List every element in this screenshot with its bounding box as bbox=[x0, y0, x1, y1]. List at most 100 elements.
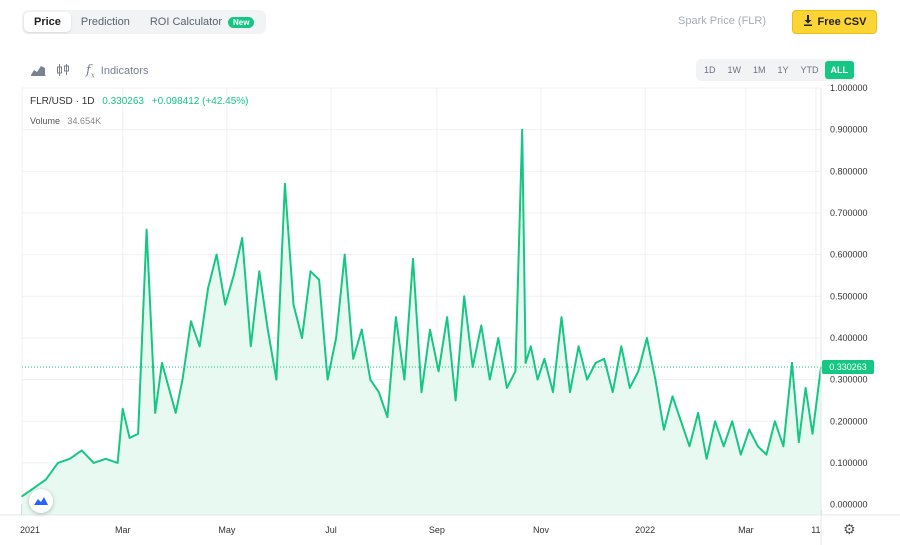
price-chart[interactable]: 1.000000 0.900000 0.800000 0.700000 0.600000… bbox=[0, 0, 900, 545]
data-point bbox=[791, 362, 793, 364]
data-point bbox=[488, 378, 491, 381]
y-tick-label: 0.600000 bbox=[830, 250, 868, 260]
data-point bbox=[628, 387, 631, 389]
data-point bbox=[104, 457, 107, 460]
data-point bbox=[395, 316, 397, 318]
data-point bbox=[586, 378, 588, 381]
tradingview-logo-icon[interactable] bbox=[29, 489, 53, 513]
y-tick-label: 0.100000 bbox=[830, 458, 868, 468]
pair-label: FLR/USD bbox=[30, 96, 73, 107]
data-point bbox=[57, 462, 59, 464]
data-point bbox=[190, 320, 192, 323]
data-point bbox=[267, 328, 269, 331]
volume-value: 34.654K bbox=[67, 116, 102, 126]
current-price-tag-label: 0.330263 bbox=[829, 362, 867, 372]
y-tick-label: 0.900000 bbox=[830, 125, 868, 135]
gear-icon[interactable]: ⚙ bbox=[843, 521, 856, 538]
data-point bbox=[116, 462, 119, 464]
data-point bbox=[326, 378, 329, 381]
data-point bbox=[45, 478, 47, 481]
data-point bbox=[765, 453, 768, 456]
data-point bbox=[536, 378, 539, 381]
data-point bbox=[215, 253, 218, 256]
y-tick-label: 0.500000 bbox=[830, 291, 868, 301]
data-point bbox=[161, 362, 163, 364]
data-point bbox=[437, 370, 440, 373]
y-tick-label: 0.300000 bbox=[830, 375, 868, 385]
y-axis-ticks: 1.000000 0.900000 0.800000 0.700000 0.600000… bbox=[830, 83, 868, 510]
data-point bbox=[514, 370, 517, 373]
y-tick-label: 0.200000 bbox=[830, 416, 868, 426]
x-tick-label: May bbox=[218, 525, 236, 535]
interval-label: 1D bbox=[81, 96, 95, 107]
data-point bbox=[154, 412, 156, 414]
data-point bbox=[739, 453, 742, 456]
data-point bbox=[543, 357, 546, 360]
data-point bbox=[671, 395, 674, 398]
x-tick-label: 2021 bbox=[20, 525, 40, 535]
data-point bbox=[446, 316, 448, 318]
chart-legend: FLR/USD · 1D 0.330263 +0.098412 (+42.45%… bbox=[30, 96, 249, 107]
data-point bbox=[463, 295, 465, 298]
data-point bbox=[92, 462, 95, 464]
data-point bbox=[524, 362, 527, 364]
data-point bbox=[722, 445, 725, 448]
data-point bbox=[603, 357, 605, 360]
data-point bbox=[249, 345, 252, 348]
data-point bbox=[804, 387, 807, 389]
data-point bbox=[429, 328, 431, 331]
x-tick-label: 2022 bbox=[635, 525, 655, 535]
data-point bbox=[420, 391, 423, 393]
data-point bbox=[757, 445, 759, 448]
data-point bbox=[378, 391, 380, 393]
data-point bbox=[335, 337, 337, 339]
data-point bbox=[620, 345, 623, 348]
data-point bbox=[343, 253, 346, 256]
data-point bbox=[506, 387, 508, 389]
x-tick-label: Mar bbox=[738, 525, 754, 535]
data-point bbox=[145, 228, 148, 231]
data-point bbox=[594, 362, 597, 364]
data-point bbox=[352, 357, 355, 360]
x-axis-ticks: 2021 Mar May Jul Sep Nov 2022 Mar 11 bbox=[20, 525, 821, 535]
x-tick-label: Nov bbox=[533, 525, 550, 535]
data-point bbox=[688, 445, 691, 448]
data-point bbox=[577, 345, 580, 348]
data-point bbox=[782, 445, 785, 448]
data-point bbox=[748, 428, 751, 431]
y-tick-label: 1.000000 bbox=[830, 83, 868, 93]
data-point bbox=[168, 387, 170, 389]
data-point bbox=[69, 457, 71, 460]
data-point bbox=[454, 399, 457, 402]
data-point bbox=[663, 428, 665, 431]
data-point bbox=[529, 345, 532, 348]
data-point bbox=[369, 378, 372, 381]
data-point bbox=[174, 412, 177, 414]
data-point bbox=[301, 337, 303, 339]
data-point bbox=[560, 316, 563, 318]
data-point bbox=[386, 416, 389, 418]
data-point bbox=[480, 324, 483, 327]
data-point bbox=[654, 378, 657, 381]
data-point bbox=[521, 128, 524, 131]
data-point bbox=[811, 432, 814, 435]
x-tick-label: Sep bbox=[429, 525, 445, 535]
data-point bbox=[552, 391, 554, 393]
price-value: 0.330263 bbox=[102, 96, 144, 107]
data-point bbox=[646, 337, 648, 339]
data-point bbox=[232, 274, 235, 277]
y-tick-label: 0.800000 bbox=[830, 166, 868, 176]
data-point bbox=[207, 287, 209, 289]
x-tick-label: 11 bbox=[811, 525, 820, 535]
x-tick-label: Mar bbox=[115, 525, 131, 535]
data-point bbox=[731, 420, 734, 423]
data-point bbox=[611, 391, 614, 393]
y-tick-label: 0.400000 bbox=[830, 333, 868, 343]
y-tick-label: 0.700000 bbox=[830, 208, 868, 218]
data-point bbox=[198, 345, 201, 348]
data-point bbox=[275, 378, 278, 381]
volume-legend: Volume 34.654K bbox=[30, 116, 101, 126]
data-point bbox=[637, 370, 640, 373]
data-point bbox=[360, 328, 363, 331]
data-point bbox=[284, 183, 286, 185]
